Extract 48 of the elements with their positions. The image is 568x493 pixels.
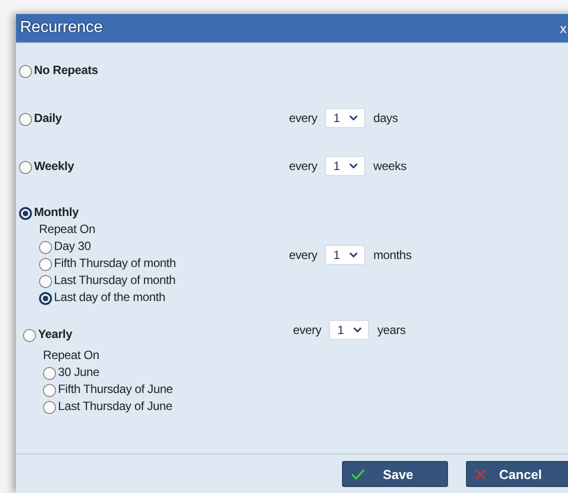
repeat-on-label: Repeat On (39, 221, 96, 238)
chevron-down-icon (349, 115, 358, 121)
radio-button[interactable] (39, 241, 52, 254)
radio-button[interactable] (23, 329, 36, 342)
cancel-button[interactable]: Cancel (466, 461, 568, 487)
option-label: No Repeats (34, 62, 98, 78)
choice-label: Last day of the month (54, 289, 166, 306)
radio-button[interactable] (19, 161, 32, 174)
choice-label: Last Thursday of month (54, 272, 176, 289)
radio-button[interactable] (19, 65, 32, 78)
repeat-on-label: Repeat On (43, 347, 100, 364)
choice-label: Day 30 (54, 238, 91, 255)
dialog-title: Recurrence (20, 19, 103, 37)
radio-button[interactable] (39, 292, 52, 305)
choice-label: 30 June (58, 364, 100, 381)
number-dropdown[interactable]: 1 (325, 108, 366, 128)
radio-button[interactable] (39, 275, 52, 288)
close-button[interactable]: x (560, 20, 568, 36)
radio-button[interactable] (19, 207, 32, 220)
close-icon (475, 468, 486, 480)
number-dropdown[interactable]: 1 (329, 320, 370, 340)
unit-label: months (373, 248, 412, 262)
check-icon (351, 468, 365, 480)
every-label: every (289, 159, 318, 173)
chevron-down-icon (353, 327, 362, 333)
radio-button[interactable] (43, 367, 56, 380)
choice-label: Fifth Thursday of month (54, 255, 176, 272)
every-label: every (293, 323, 322, 337)
every-label: every (289, 248, 318, 262)
radio-button[interactable] (43, 384, 56, 397)
chevron-down-icon (349, 252, 358, 258)
radio-button[interactable] (43, 401, 56, 414)
unit-label: years (377, 323, 406, 337)
number-dropdown[interactable]: 1 (325, 156, 366, 176)
radio-button[interactable] (19, 113, 32, 126)
option-label: Yearly (38, 326, 72, 342)
choice-label: Last Thursday of June (58, 398, 172, 415)
unit-label: weeks (373, 159, 406, 173)
choice-label: Fifth Thursday of June (58, 381, 173, 398)
chevron-down-icon (349, 163, 358, 169)
option-label: Daily (34, 110, 62, 126)
option-label: Weekly (34, 158, 74, 174)
every-label: every (289, 111, 318, 125)
option-label: Monthly (34, 204, 79, 220)
number-dropdown[interactable]: 1 (325, 245, 366, 265)
save-button[interactable]: Save (342, 461, 448, 487)
radio-button[interactable] (39, 258, 52, 271)
unit-label: days (373, 111, 398, 125)
